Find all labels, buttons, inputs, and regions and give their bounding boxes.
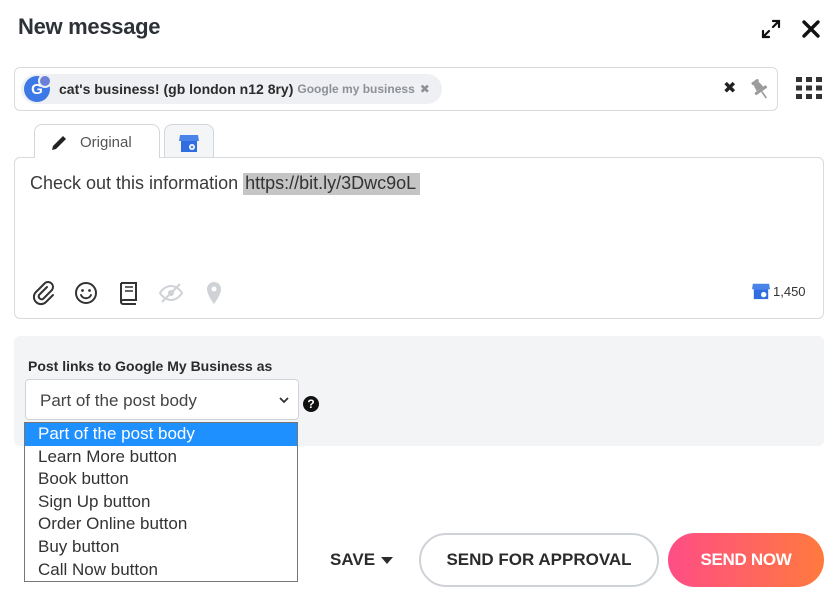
- book-icon[interactable]: [115, 280, 141, 306]
- google-my-business-icon: [752, 283, 770, 300]
- clear-recipients-icon[interactable]: ✖: [723, 78, 736, 98]
- dropdown-option[interactable]: Learn More button: [25, 446, 297, 469]
- caret-down-icon: [381, 556, 394, 564]
- save-button[interactable]: SAVE: [330, 550, 394, 570]
- remove-recipient-icon[interactable]: ✖: [420, 82, 430, 96]
- grid-icon[interactable]: [796, 77, 822, 99]
- dropdown-option[interactable]: Call Now button: [25, 559, 297, 582]
- message-link[interactable]: https://bit.ly/3Dwc9oL: [243, 173, 421, 195]
- tab-google-my-business[interactable]: [164, 124, 214, 158]
- dropdown-option[interactable]: Part of the post body: [25, 423, 297, 446]
- dropdown-option[interactable]: Book button: [25, 468, 297, 491]
- send-now-button[interactable]: SEND NOW: [668, 533, 824, 587]
- link-type-dropdown: Part of the post body Learn More button …: [24, 422, 298, 582]
- save-label: SAVE: [330, 550, 376, 569]
- link-type-selected-value: Part of the post body: [40, 391, 197, 410]
- character-counter: 1,450: [751, 282, 806, 300]
- character-count: 1,450: [773, 283, 806, 299]
- recipient-type: Google my business: [297, 82, 415, 96]
- eye-slash-icon[interactable]: [158, 280, 184, 306]
- paperclip-icon[interactable]: [30, 280, 56, 306]
- tab-original-label: Original: [80, 134, 132, 151]
- help-icon[interactable]: ?: [303, 396, 319, 412]
- chevron-down-icon: [279, 397, 289, 404]
- dropdown-option[interactable]: Sign Up button: [25, 491, 297, 514]
- close-icon[interactable]: [800, 18, 822, 40]
- expand-icon[interactable]: [760, 18, 782, 40]
- pin-icon[interactable]: [748, 77, 772, 101]
- dropdown-option[interactable]: Buy button: [25, 536, 297, 559]
- location-pin-icon[interactable]: [201, 280, 227, 306]
- pencil-icon: [52, 136, 66, 150]
- link-options-label: Post links to Google My Business as: [28, 358, 273, 374]
- dropdown-option[interactable]: Order Online button: [25, 513, 297, 536]
- google-avatar: G: [24, 74, 52, 102]
- send-for-approval-button[interactable]: SEND FOR APPROVAL: [419, 533, 659, 587]
- recipient-bar[interactable]: G cat's business! (gb london n12 8ry) Go…: [14, 67, 778, 111]
- page-title: New message: [18, 14, 161, 39]
- message-body: Check out this information: [30, 173, 244, 193]
- smiley-icon[interactable]: [73, 280, 99, 306]
- tab-original[interactable]: Original: [34, 124, 160, 158]
- message-editor[interactable]: Check out this information https://bit.l…: [14, 157, 824, 319]
- link-type-select[interactable]: Part of the post body: [25, 379, 299, 420]
- recipient-chip: G cat's business! (gb london n12 8ry) Go…: [21, 74, 442, 104]
- google-my-business-icon: [179, 135, 199, 152]
- message-text[interactable]: Check out this information https://bit.l…: [30, 173, 421, 195]
- recipient-name: cat's business! (gb london n12 8ry): [59, 81, 294, 97]
